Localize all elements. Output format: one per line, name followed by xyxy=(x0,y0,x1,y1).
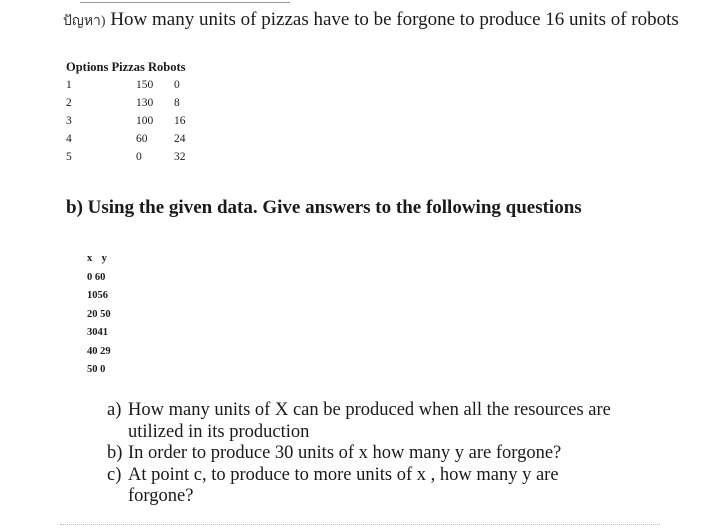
table-row: 1056 xyxy=(87,287,114,306)
sub-question-text: How many units of X can be produced when… xyxy=(128,400,611,442)
cell-robots: 24 xyxy=(174,133,186,145)
sub-question-text: At point c, to produce to more units of … xyxy=(128,464,559,507)
table-row: 3041 xyxy=(87,324,114,343)
cell-option: 3 xyxy=(66,115,72,127)
pizzas-robots-table: Options Pizzas Robots 1 150 0 2 130 8 3 100 16… xyxy=(66,60,214,166)
header-pizzas: Pizzas xyxy=(111,60,145,74)
question-prefix: ปัญหา) xyxy=(63,14,106,29)
cell-robots: 8 xyxy=(174,97,180,109)
cell-y: 50 xyxy=(100,308,111,320)
cell-x: 40 xyxy=(87,345,98,357)
top-divider xyxy=(80,2,290,3)
cell-option: 1 xyxy=(66,79,72,91)
cell-pizzas: 60 xyxy=(136,133,148,145)
table-row: 50 0 xyxy=(87,361,114,380)
cell-robots: 32 xyxy=(174,151,186,163)
table-row: 5 0 32 xyxy=(66,148,214,166)
table-header: x y xyxy=(87,250,114,269)
sub-question-label: b) xyxy=(107,443,123,463)
cell-option: 5 xyxy=(66,151,72,163)
table-header: Options Pizzas Robots xyxy=(66,60,214,76)
cell-pizzas: 0 xyxy=(136,151,142,163)
xy-table: x y 0 60 1056 20 50 3041 40 29 50 0 xyxy=(87,250,114,380)
cell-robots: 0 xyxy=(174,79,180,91)
question-a: ปัญหา) How many units of pizzas have to … xyxy=(63,8,679,34)
table-row: 3 100 16 xyxy=(66,112,214,130)
cell-pizzas: 150 xyxy=(136,79,154,91)
cell-y: 60 xyxy=(94,271,106,283)
cell-pizzas: 130 xyxy=(136,97,154,109)
cell-option: 4 xyxy=(66,133,72,145)
header-options: Options xyxy=(66,60,109,74)
cell-x: 30 xyxy=(87,327,98,338)
cell-y: 56 xyxy=(97,290,109,301)
table-row: 4 60 24 xyxy=(66,130,214,148)
table-row: 40 29 xyxy=(87,343,114,362)
cell-pizzas: 100 xyxy=(136,115,154,127)
cell-x: 10 xyxy=(87,290,98,301)
question-b-heading: b) Using the given data. Give answers to… xyxy=(66,197,582,218)
cell-x: 50 xyxy=(87,364,98,375)
cell-x: 0 xyxy=(87,271,93,283)
header-x: x xyxy=(87,253,93,264)
sub-question-label: c) xyxy=(107,464,122,485)
cell-x: 20 xyxy=(87,308,98,320)
sub-question-a: a) How many units of X can be produced w… xyxy=(107,400,638,443)
cell-option: 2 xyxy=(66,97,72,109)
sub-question-label: a) xyxy=(107,400,122,420)
sub-question-b: b) In order to produce 30 units of x how… xyxy=(107,443,638,465)
table-row: 2 130 8 xyxy=(66,94,214,112)
bottom-divider xyxy=(60,524,660,528)
table-row: 1 150 0 xyxy=(66,76,214,94)
cell-y: 41 xyxy=(97,327,109,338)
sub-question-c: c) At point c, to produce to more units … xyxy=(107,465,638,508)
sub-questions: a) How many units of X can be produced w… xyxy=(107,400,638,508)
cell-robots: 16 xyxy=(174,115,186,127)
sub-question-text: In order to produce 30 units of x how ma… xyxy=(128,443,562,463)
header-y: y xyxy=(101,253,107,264)
header-robots: Robots xyxy=(147,60,186,74)
cell-y: 29 xyxy=(100,345,111,357)
table-row: 0 60 xyxy=(87,269,114,288)
table-row: 20 50 xyxy=(87,306,114,325)
question-a-text: How many units of pizzas have to be forg… xyxy=(110,9,679,30)
cell-y: 0 xyxy=(100,364,106,375)
